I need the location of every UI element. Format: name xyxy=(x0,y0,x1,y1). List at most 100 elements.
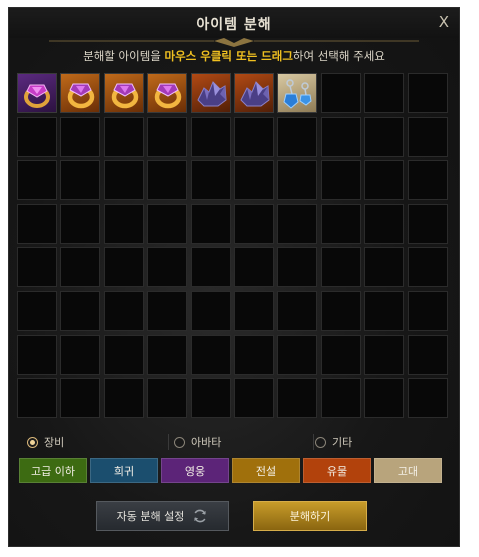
inventory-slot-item[interactable] xyxy=(147,73,188,113)
inventory-slot-empty[interactable] xyxy=(407,203,448,244)
inventory-slot-empty[interactable] xyxy=(103,378,144,419)
inventory-slot-empty[interactable] xyxy=(190,160,231,201)
inventory-slot-empty[interactable] xyxy=(190,116,231,157)
inventory-grid xyxy=(17,73,448,419)
inventory-slot-empty[interactable] xyxy=(103,203,144,244)
grade-buttons: 고급 이하 희귀 영웅 전설 유물 고대 xyxy=(19,458,442,483)
inventory-slot-empty[interactable] xyxy=(364,290,405,331)
inventory-slot-empty[interactable] xyxy=(17,203,57,244)
filter-etc[interactable]: 기타 xyxy=(315,431,352,453)
filter-label: 기타 xyxy=(332,436,353,449)
inventory-slot-empty[interactable] xyxy=(103,247,144,288)
grade-heroic-button[interactable]: 영웅 xyxy=(161,458,229,483)
inventory-slot-empty[interactable] xyxy=(233,160,274,201)
inventory-slot-empty[interactable] xyxy=(103,290,144,331)
inventory-slot-empty[interactable] xyxy=(17,378,57,419)
inventory-slot-item[interactable] xyxy=(233,73,274,113)
inventory-slot-item[interactable] xyxy=(277,73,318,113)
inventory-slot-empty[interactable] xyxy=(103,160,144,201)
inventory-slot-empty[interactable] xyxy=(190,247,231,288)
inventory-slot-empty[interactable] xyxy=(407,160,448,201)
inventory-slot-empty[interactable] xyxy=(320,290,361,331)
category-filter: 장비 아바타 기타 xyxy=(17,431,451,453)
inventory-slot-empty[interactable] xyxy=(277,378,318,419)
inventory-slot-empty[interactable] xyxy=(407,334,448,375)
inventory-slot-empty[interactable] xyxy=(233,203,274,244)
inventory-slot-empty[interactable] xyxy=(320,203,361,244)
inventory-slot-empty[interactable] xyxy=(147,290,188,331)
inventory-slot-empty[interactable] xyxy=(233,247,274,288)
inventory-slot-empty[interactable] xyxy=(147,160,188,201)
inventory-slot-empty[interactable] xyxy=(190,334,231,375)
inventory-slot-empty[interactable] xyxy=(320,247,361,288)
inventory-slot-item[interactable] xyxy=(103,73,144,113)
inventory-slot-empty[interactable] xyxy=(190,378,231,419)
inventory-slot-empty[interactable] xyxy=(364,116,405,157)
inventory-slot-empty[interactable] xyxy=(364,378,405,419)
blue-gem-earring-icon xyxy=(283,79,312,109)
inventory-slot-item[interactable] xyxy=(60,73,101,113)
inventory-slot-empty[interactable] xyxy=(277,247,318,288)
inventory-slot-empty[interactable] xyxy=(407,378,448,419)
inventory-slot-empty[interactable] xyxy=(147,116,188,157)
inventory-slot-empty[interactable] xyxy=(17,247,57,288)
inventory-slot-item[interactable] xyxy=(190,73,231,113)
inventory-slot-empty[interactable] xyxy=(277,203,318,244)
inventory-slot-empty[interactable] xyxy=(60,378,101,419)
inventory-slot-empty[interactable] xyxy=(233,378,274,419)
inventory-slot-empty[interactable] xyxy=(277,160,318,201)
inventory-slot-empty[interactable] xyxy=(60,334,101,375)
auto-disassemble-settings-button[interactable]: 자동 분해 설정 xyxy=(96,501,229,531)
inventory-slot-empty[interactable] xyxy=(60,247,101,288)
inventory-slot-empty[interactable] xyxy=(407,73,448,113)
inventory-slot-empty[interactable] xyxy=(320,116,361,157)
inventory-slot-empty[interactable] xyxy=(147,247,188,288)
inventory-slot-empty[interactable] xyxy=(60,116,101,157)
grade-ancient-button[interactable]: 고대 xyxy=(374,458,442,483)
inventory-slot-empty[interactable] xyxy=(277,116,318,157)
inventory-slot-empty[interactable] xyxy=(407,116,448,157)
inventory-slot-empty[interactable] xyxy=(407,247,448,288)
inventory-slot-empty[interactable] xyxy=(364,73,405,113)
inventory-slot-empty[interactable] xyxy=(147,378,188,419)
filter-equipment[interactable]: 장비 xyxy=(27,431,64,453)
inventory-slot-empty[interactable] xyxy=(364,334,405,375)
inventory-slot-item[interactable] xyxy=(17,73,57,113)
inventory-slot-empty[interactable] xyxy=(364,247,405,288)
divider xyxy=(313,434,314,450)
disassemble-button[interactable]: 분해하기 xyxy=(253,501,367,531)
inventory-slot-empty[interactable] xyxy=(190,203,231,244)
inventory-slot-empty[interactable] xyxy=(364,203,405,244)
inventory-slot-empty[interactable] xyxy=(320,378,361,419)
inventory-slot-empty[interactable] xyxy=(17,116,57,157)
close-button[interactable]: X xyxy=(439,13,449,31)
inventory-slot-empty[interactable] xyxy=(60,160,101,201)
inventory-slot-empty[interactable] xyxy=(233,116,274,157)
inventory-slot-empty[interactable] xyxy=(320,160,361,201)
inventory-slot-empty[interactable] xyxy=(407,290,448,331)
inventory-slot-empty[interactable] xyxy=(17,334,57,375)
inventory-slot-empty[interactable] xyxy=(147,203,188,244)
grade-relic-button[interactable]: 유물 xyxy=(303,458,371,483)
inventory-slot-empty[interactable] xyxy=(103,334,144,375)
inventory-slot-empty[interactable] xyxy=(190,290,231,331)
inventory-slot-empty[interactable] xyxy=(233,290,274,331)
inventory-slot-empty[interactable] xyxy=(320,334,361,375)
inventory-slot-empty[interactable] xyxy=(17,160,57,201)
inventory-slot-empty[interactable] xyxy=(17,290,57,331)
inventory-slot-empty[interactable] xyxy=(60,290,101,331)
inventory-slot-empty[interactable] xyxy=(364,160,405,201)
inventory-slot-empty[interactable] xyxy=(277,334,318,375)
inventory-slot-empty[interactable] xyxy=(147,334,188,375)
filter-avatar[interactable]: 아바타 xyxy=(174,431,221,453)
grade-common-below-button[interactable]: 고급 이하 xyxy=(19,458,87,483)
title-bar[interactable]: 아이템 분해 X xyxy=(9,8,459,38)
grade-rare-button[interactable]: 희귀 xyxy=(90,458,158,483)
filter-label: 장비 xyxy=(44,436,65,449)
inventory-slot-empty[interactable] xyxy=(233,334,274,375)
inventory-slot-empty[interactable] xyxy=(103,116,144,157)
inventory-slot-empty[interactable] xyxy=(60,203,101,244)
inventory-slot-empty[interactable] xyxy=(320,73,361,113)
grade-legendary-button[interactable]: 전설 xyxy=(232,458,300,483)
inventory-slot-empty[interactable] xyxy=(277,290,318,331)
